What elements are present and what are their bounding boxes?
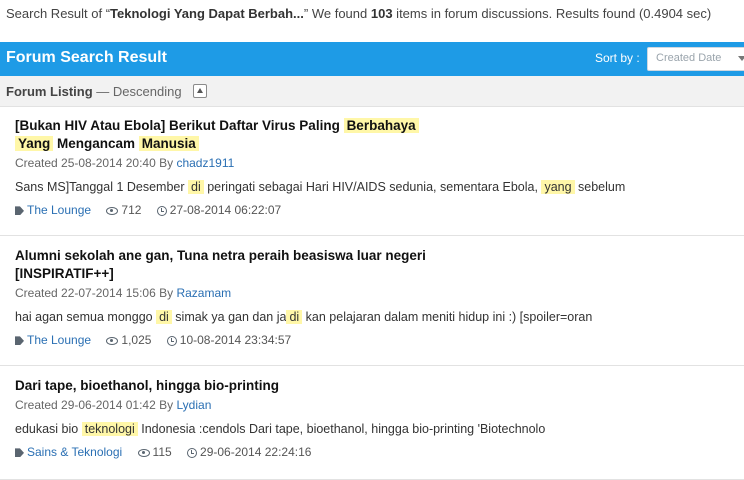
snippet-text: Indonesia :cendols Dari tape, bioethanol… [137,422,546,436]
result-title-link[interactable]: Alumni sekolah ane gan, Tuna netra perai… [15,237,485,283]
chevron-down-icon [738,56,744,61]
tag-icon [15,448,24,458]
created-text: Created 22-07-2014 15:06 By [15,286,177,300]
created-info: Created 22-07-2014 15:06 By Razamam [15,285,744,302]
page-title: Forum Search Result [6,49,167,66]
forum-link[interactable]: The Lounge [27,203,91,217]
result-snippet: edukasi bio teknologi Indonesia :cendols… [15,420,744,438]
result-meta: The Lounge 712 27-08-2014 06:22:07 [15,202,744,218]
title-text: [Bukan HIV Atau Ebola] Berikut Daftar Vi… [15,118,344,133]
forum-listing-bar: Forum Listing — Descending [0,76,744,107]
result-meta: The Lounge 1,025 10-08-2014 23:34:57 [15,332,744,348]
eye-icon [106,206,119,215]
tag-icon [15,336,24,346]
sort-select[interactable]: Created Date [647,47,744,71]
result-item: [Bukan HIV Atau Ebola] Berikut Daftar Vi… [0,107,744,236]
summary-middle: ” We found [303,6,371,21]
result-title-link[interactable]: Dari tape, bioethanol, hingga bio-printi… [15,367,485,395]
highlight-term: Manusia [138,136,199,151]
eye-icon [137,448,150,457]
result-title-link[interactable]: [Bukan HIV Atau Ebola] Berikut Daftar Vi… [15,107,485,153]
snippet-text: sebelum [574,180,626,194]
snippet-text: simak ya gan dan ja [171,310,287,324]
last-post-time: 27-08-2014 06:22:07 [169,203,282,217]
view-count: 712 [121,203,142,217]
last-post-time: 10-08-2014 23:34:57 [179,333,292,347]
forum-link[interactable]: The Lounge [27,333,91,347]
listing-order: — Descending [92,84,182,99]
result-snippet: Sans MS]Tanggal 1 Desember di peringati … [15,178,744,196]
results-header: Forum Search Result Sort by : Created Da… [0,42,744,76]
search-summary: Search Result of “Teknologi Yang Dapat B… [0,0,744,30]
created-info: Created 25-08-2014 20:40 By chadz1911 [15,155,744,172]
view-count: 1,025 [121,333,152,347]
view-count: 115 [152,445,172,459]
highlight-term: di [156,310,172,324]
chevron-up-icon [197,88,203,93]
search-query: Teknologi Yang Dapat Berbah... [110,6,304,21]
title-text: Mengancam [53,136,139,151]
snippet-text: kan pelajaran dalam meniti hidup ini :) … [302,310,593,324]
eye-icon [106,336,119,345]
result-count: 103 [370,6,393,21]
result-item: Dari tape, bioethanol, hingga bio-printi… [0,367,744,480]
highlight-term: teknologi [81,422,138,436]
snippet-text: hai agan semua monggo [15,310,157,324]
highlight-term: di [286,310,303,324]
listing-label: Forum Listing [6,84,93,99]
clock-icon [187,447,198,458]
highlight-term: di [188,180,204,194]
highlight-term: Berbahaya [343,118,419,133]
last-post-time: 29-06-2014 22:24:16 [200,445,312,459]
forum-link[interactable]: Sains & Teknologi [27,445,122,459]
author-link[interactable]: Lydian [176,398,211,412]
summary-suffix: items in forum discussions. Results foun… [392,6,712,21]
author-link[interactable]: Razamam [176,286,231,300]
sort-label: Sort by : [595,51,640,65]
snippet-text: Sans MS]Tanggal 1 Desember [15,180,189,194]
author-link[interactable]: chadz1911 [176,156,234,170]
clock-icon [156,205,167,216]
sort-selected-value: Created Date [656,52,722,64]
result-snippet: hai agan semua monggo di simak ya gan da… [15,308,744,326]
collapse-button[interactable] [193,84,207,98]
snippet-text: peringati sebagai Hari HIV/AIDS sedunia,… [203,180,542,194]
highlight-term: yang [541,180,575,194]
tag-icon [15,206,24,216]
summary-prefix: Search Result of “ [6,6,111,21]
clock-icon [166,335,177,346]
created-text: Created 29-06-2014 01:42 By [15,398,177,412]
result-item: Alumni sekolah ane gan, Tuna netra perai… [0,237,744,366]
highlight-term: Yang [15,136,54,151]
created-info: Created 29-06-2014 01:42 By Lydian [15,397,744,414]
snippet-text: edukasi bio [15,422,82,436]
result-meta: Sains & Teknologi 115 29-06-2014 22:24:1… [15,444,744,460]
created-text: Created 25-08-2014 20:40 By [15,156,177,170]
